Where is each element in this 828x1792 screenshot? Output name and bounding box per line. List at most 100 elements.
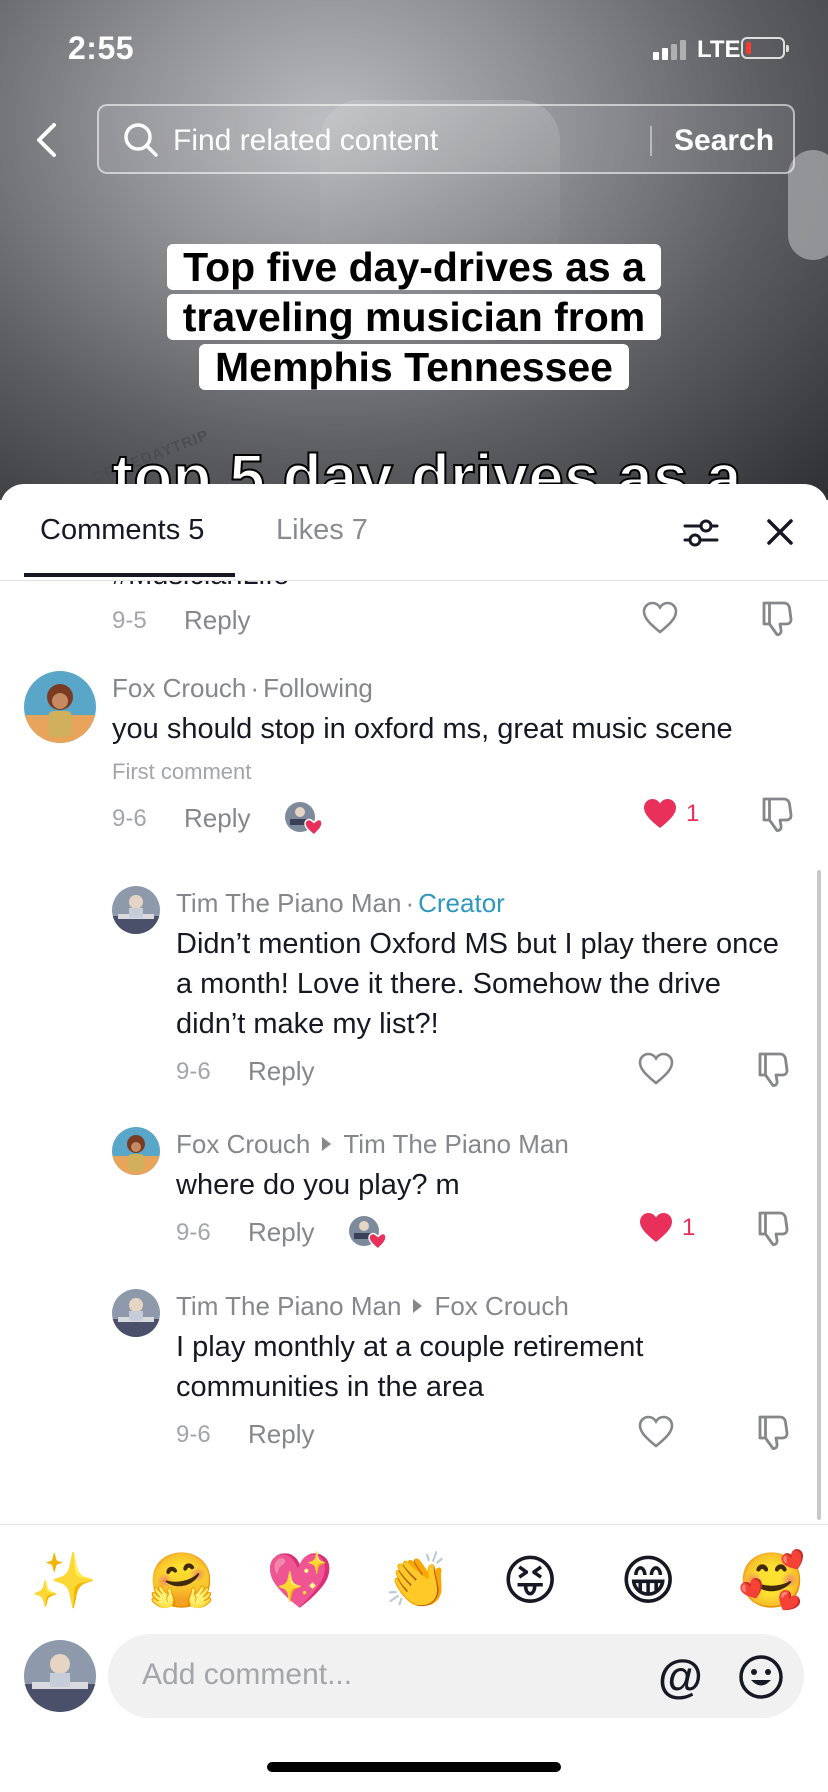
battery-icon: [741, 37, 789, 59]
avatar-image: [112, 1127, 160, 1175]
reply-button[interactable]: Reply: [248, 1419, 314, 1450]
creator-liked-icon: [285, 802, 323, 837]
emoji-button[interactable]: 😝: [502, 1549, 558, 1613]
home-indicator[interactable]: [267, 1762, 561, 1772]
dislike-icon[interactable]: [756, 1209, 792, 1247]
status-bar: 2:55 LTE: [0, 0, 828, 100]
network-label: LTE: [697, 36, 741, 63]
reply-button[interactable]: Reply: [248, 1056, 314, 1087]
search-divider: [650, 126, 652, 156]
comment-composer: Add comment... @: [0, 1634, 828, 1734]
separator-dot: ·: [250, 673, 260, 703]
comment-text: where do you play? m: [176, 1169, 460, 1201]
panel-tabs: Comments 5 Likes 7: [0, 484, 828, 581]
comment-date: 9-6: [176, 1219, 211, 1246]
heart-outline-icon[interactable]: [642, 601, 678, 635]
comment-text: Didn’t mention Oxford MS but I play ther…: [176, 928, 779, 1040]
avatar[interactable]: [112, 1127, 160, 1175]
search-input[interactable]: Find related content: [173, 124, 438, 158]
comment-placeholder: Add comment...: [142, 1658, 353, 1691]
reply-button[interactable]: Reply: [184, 803, 250, 834]
tab-likes-count: 7: [351, 514, 368, 546]
close-icon[interactable]: [766, 518, 794, 546]
heart-filled-icon: [640, 1213, 672, 1242]
caption-line: Top five day-drives as a: [167, 244, 661, 290]
comment-date: 9-6: [176, 1421, 211, 1448]
avatar-image: [112, 1289, 160, 1337]
emoji-icon[interactable]: [738, 1654, 784, 1700]
search-button[interactable]: Search: [674, 124, 774, 158]
like-count: 1: [682, 1214, 696, 1241]
comment-date: 9-6: [176, 1058, 211, 1085]
tab-likes[interactable]: Likes 7: [276, 514, 368, 547]
filter-icon[interactable]: [683, 518, 719, 548]
emoji-button[interactable]: 💖: [266, 1549, 333, 1613]
scrollbar[interactable]: [817, 870, 821, 1520]
emoji-button[interactable]: 👏: [384, 1549, 451, 1613]
emoji-button[interactable]: 🤗: [148, 1549, 215, 1613]
status-time: 2:55: [68, 30, 135, 66]
heart-outline-icon[interactable]: [638, 1052, 674, 1086]
search-icon: [124, 123, 158, 157]
comment-author[interactable]: Tim The Piano Man Fox Crouch: [176, 1291, 569, 1322]
reply-button[interactable]: Reply: [184, 605, 250, 636]
my-avatar: [24, 1640, 96, 1712]
heart-outline-icon[interactable]: [638, 1415, 674, 1449]
dislike-icon[interactable]: [756, 1413, 792, 1451]
reply-button[interactable]: Reply: [248, 1217, 314, 1248]
like-count: 1: [686, 800, 700, 827]
dislike-icon[interactable]: [760, 599, 796, 637]
author-name: Tim The Piano Man: [176, 1291, 402, 1321]
author-relation: Following: [263, 673, 373, 703]
comment-author[interactable]: Fox Crouch · Following: [112, 673, 373, 704]
comment-text: #MusicianLife: [112, 581, 289, 592]
author-name: Fox Crouch: [176, 1129, 311, 1159]
heart-filled-icon: [644, 799, 676, 828]
tab-comments-count: 5: [188, 514, 205, 546]
like-button[interactable]: 1: [642, 797, 699, 831]
dislike-icon[interactable]: [760, 795, 796, 833]
avatar-image: [24, 671, 96, 743]
search-bar[interactable]: Find related content Search: [97, 104, 795, 174]
creator-liked-badge: [348, 1215, 387, 1256]
caption-line: Memphis Tennessee: [199, 344, 629, 390]
mention-icon[interactable]: @: [658, 1650, 703, 1702]
signal-icon: [653, 40, 686, 60]
comments-panel: Comments5 Likes7 #MusicianLife 9-5 Reply: [0, 484, 828, 1792]
separator-dot: ·: [405, 888, 415, 918]
comment-list[interactable]: #MusicianLife 9-5 Reply Fox Crouch·Follo…: [0, 581, 828, 1524]
tab-likes-label: Likes: [276, 514, 344, 546]
comment-author[interactable]: Fox Crouch Tim The Piano Man: [176, 1129, 569, 1160]
author-name: Fox Crouch: [112, 673, 247, 703]
comment-text: I play monthly at a couple retirement co…: [176, 1331, 644, 1403]
author-name: Tim The Piano Man: [176, 888, 402, 918]
dislike-icon[interactable]: [756, 1050, 792, 1088]
caption-line: traveling musician from: [166, 294, 662, 340]
creator-badge: Creator: [418, 888, 505, 918]
comment-input[interactable]: Add comment... @: [108, 1634, 804, 1718]
chevron-left-icon: [37, 123, 56, 157]
back-button[interactable]: [26, 118, 66, 162]
emoji-button[interactable]: ✨: [30, 1549, 97, 1613]
avatar-image: [24, 1640, 96, 1712]
tab-comments-label: Comments: [40, 514, 181, 546]
comment-date: 9-5: [112, 607, 147, 634]
avatar[interactable]: [24, 671, 96, 743]
reply-to-name: Tim The Piano Man: [343, 1129, 569, 1159]
reply-arrow-icon: [322, 1137, 332, 1151]
avatar[interactable]: [112, 886, 160, 934]
tab-comments[interactable]: Comments 5: [40, 514, 204, 547]
comment-date: 9-6: [112, 805, 147, 832]
active-tab-indicator: [24, 573, 235, 577]
emoji-button[interactable]: 😁: [620, 1549, 676, 1613]
emoji-button[interactable]: 🥰: [738, 1549, 805, 1613]
creator-liked-icon: [349, 1216, 387, 1251]
reply-to-name: Fox Crouch: [434, 1291, 569, 1321]
comment-text: you should stop in oxford ms, great musi…: [112, 713, 733, 745]
first-comment-tag: First comment: [112, 759, 252, 784]
avatar[interactable]: [112, 1289, 160, 1337]
like-button[interactable]: 1: [638, 1211, 695, 1245]
video-background[interactable]: 2:55 LTE Find related content Search Top…: [0, 0, 828, 500]
comment-author[interactable]: Tim The Piano Man · Creator: [176, 888, 505, 919]
creator-liked-badge: [284, 801, 323, 842]
